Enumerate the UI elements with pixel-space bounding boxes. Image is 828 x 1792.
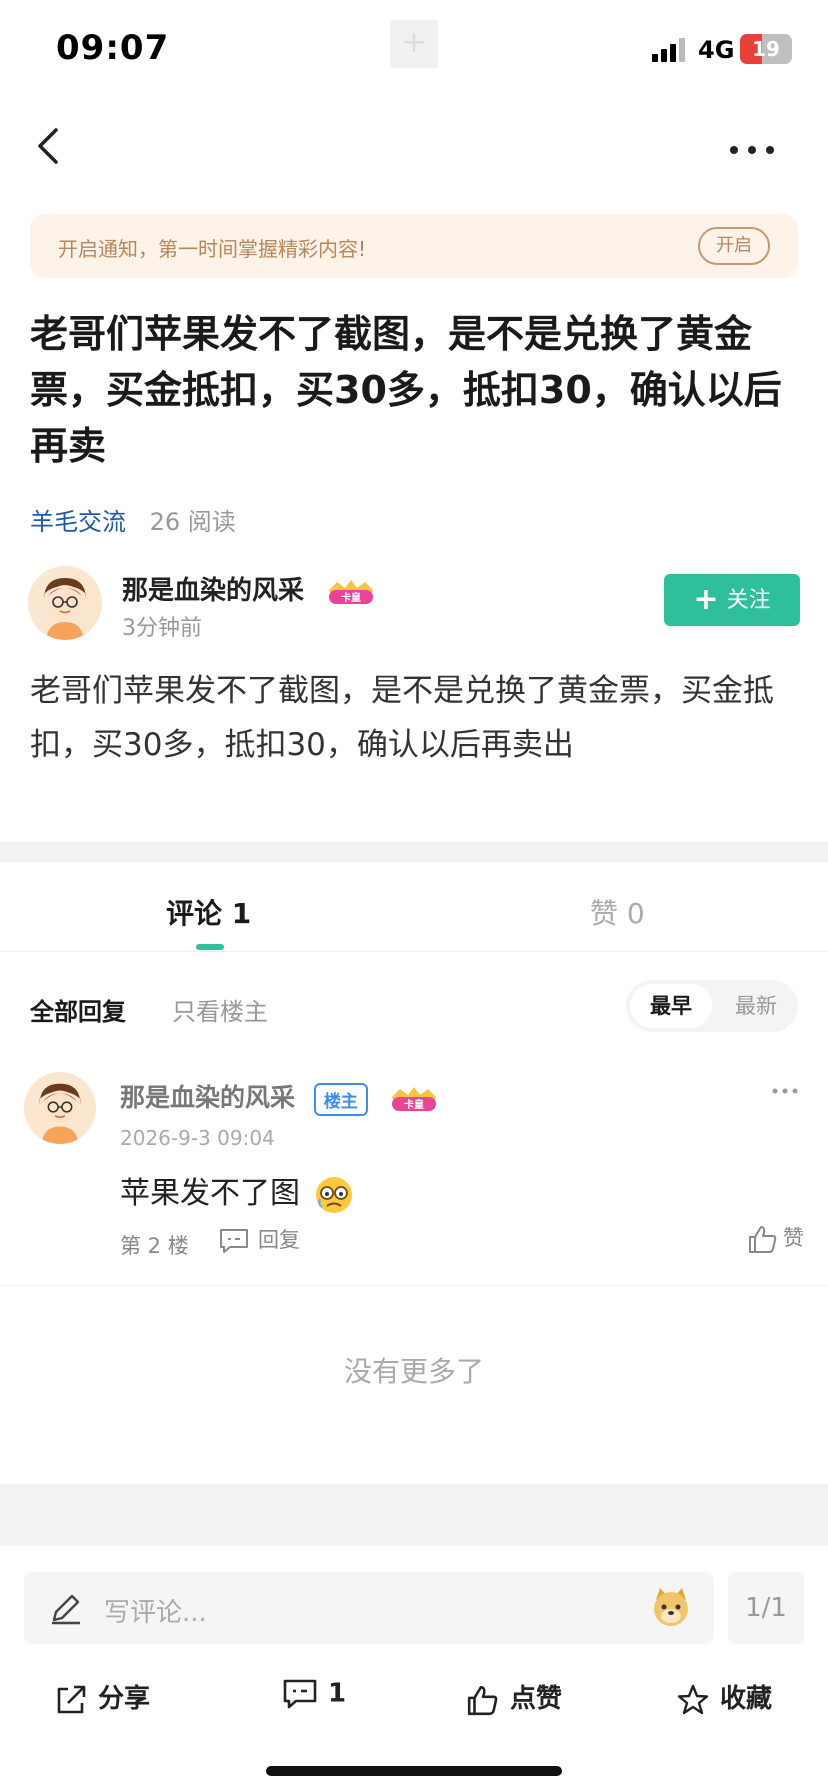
post-category-link[interactable]: 羊毛交流 (30, 508, 126, 536)
share-button[interactable]: 分享 (54, 1678, 150, 1717)
commenter-name-text: 那是血染的风采 (120, 1083, 296, 1112)
crown-badge-label: 卡皇 (404, 1098, 424, 1111)
filter-op-only[interactable]: 只看楼主 (172, 992, 268, 1027)
more-horizontal-icon[interactable] (722, 130, 782, 170)
reply-button[interactable]: 回复 (218, 1224, 300, 1258)
avatar-illustration (24, 1072, 96, 1144)
like-button[interactable]: 点赞 (466, 1678, 562, 1717)
reply-label: 回复 (258, 1228, 300, 1252)
notification-text: 开启通知，第一时间掌握精彩内容! (58, 237, 367, 261)
page-indicator[interactable]: 1/1 (728, 1572, 804, 1644)
bottom-bar: 写评论... 1/1 分享 1 点赞 收藏 (0, 1546, 828, 1792)
avatar[interactable] (28, 566, 102, 640)
comment-input[interactable]: 写评论... (24, 1572, 714, 1644)
chevron-left-icon[interactable] (22, 118, 78, 174)
reply-icon (220, 1229, 248, 1253)
comment-icon (283, 1679, 317, 1709)
tab-likes[interactable]: 赞 0 (590, 892, 645, 932)
plus-icon: + (693, 582, 719, 617)
follow-label: 关注 (726, 588, 771, 613)
like-label: 点赞 (510, 1684, 563, 1714)
filter-all-replies[interactable]: 全部回复 (30, 992, 126, 1027)
author-name[interactable]: 那是血染的风采 卡皇 (122, 570, 379, 607)
share-icon (57, 1685, 86, 1713)
tab-comments[interactable]: 评论 1 (166, 892, 251, 932)
favorite-label: 收藏 (720, 1684, 773, 1714)
comment-date: 2026-9-3 09:04 (120, 1126, 275, 1150)
comment-more-icon[interactable] (770, 1084, 800, 1098)
status-time: 09:07 (56, 28, 170, 68)
thumbs-up-icon (749, 1226, 777, 1253)
section-divider (0, 842, 828, 862)
comment-count: 1 (328, 1678, 347, 1709)
crown-badge-icon: 卡皇 (329, 579, 374, 604)
comment-input-placeholder: 写评论... (104, 1598, 207, 1628)
status-bar: 09:07 + 4G 19 (0, 0, 828, 100)
crying-glasses-emoji-icon (315, 1176, 352, 1213)
thumbs-up-icon (467, 1685, 498, 1715)
no-more-text: 没有更多了 (343, 1355, 484, 1388)
pen-icon (52, 1594, 80, 1625)
comment-text: 苹果发不了图 (120, 1168, 354, 1215)
commenter-name[interactable]: 那是血染的风采 楼主 卡皇 (120, 1078, 442, 1116)
signal-icon (652, 38, 685, 62)
op-badge: 楼主 (313, 1082, 368, 1116)
post-time: 3分钟前 (122, 616, 202, 641)
filter-bar: 全部回复 只看楼主 最早 最新 (0, 980, 828, 1036)
notch-placeholder: + (390, 20, 438, 68)
doge-emoji-icon[interactable] (650, 1586, 692, 1628)
sort-toggle: 最早 最新 (626, 980, 798, 1032)
avatar[interactable] (24, 1072, 96, 1144)
avatar-illustration (28, 566, 102, 640)
share-label: 分享 (98, 1684, 151, 1714)
active-tab-indicator (196, 944, 224, 950)
post-body: 老哥们苹果发不了截图，是不是兑换了黄金票，买金抵扣，买30多，抵扣30，确认以后… (30, 673, 774, 763)
notification-banner: 开启通知，第一时间掌握精彩内容! 开启 (30, 214, 798, 278)
comment-tabs: 评论 1 赞 0 (0, 862, 828, 952)
battery-level: 19 (752, 37, 780, 61)
favorite-button[interactable]: 收藏 (676, 1678, 772, 1717)
post-title: 老哥们苹果发不了截图，是不是兑换了黄金票，买金抵扣，买30多，抵扣30，确认以后… (30, 312, 782, 468)
crown-badge-label: 卡皇 (341, 591, 361, 604)
post-meta: 羊毛交流 26 阅读 (30, 502, 236, 537)
floor-number: 第 2 楼 (120, 1234, 189, 1258)
enable-notification-button[interactable]: 开启 (698, 227, 770, 265)
crown-badge-icon: 卡皇 (392, 1087, 437, 1111)
action-bar: 分享 1 点赞 收藏 (0, 1668, 828, 1728)
sort-latest-button[interactable]: 最新 (716, 984, 796, 1028)
star-icon (677, 1684, 709, 1714)
comment-item: 那是血染的风采 楼主 卡皇 2026-9-3 09:04 苹果发不了图 第 2 … (0, 1064, 828, 1286)
battery-icon: 19 (740, 34, 792, 64)
read-count: 26 阅读 (149, 508, 236, 536)
nav-bar (0, 100, 828, 200)
author-name-text: 那是血染的风采 (122, 576, 305, 606)
bottom-divider (0, 1484, 828, 1546)
comment-count-button[interactable]: 1 (282, 1678, 346, 1710)
network-type: 4G (698, 36, 735, 64)
comment-like-button[interactable]: 赞 (747, 1222, 804, 1255)
comment-text-content: 苹果发不了图 (120, 1176, 300, 1211)
home-indicator (266, 1766, 562, 1776)
author-row: 那是血染的风采 卡皇 3分钟前 + 关注 (28, 566, 800, 642)
follow-button[interactable]: + 关注 (664, 574, 800, 626)
comment-like-label: 赞 (783, 1226, 804, 1250)
sort-earliest-button[interactable]: 最早 (630, 984, 712, 1028)
